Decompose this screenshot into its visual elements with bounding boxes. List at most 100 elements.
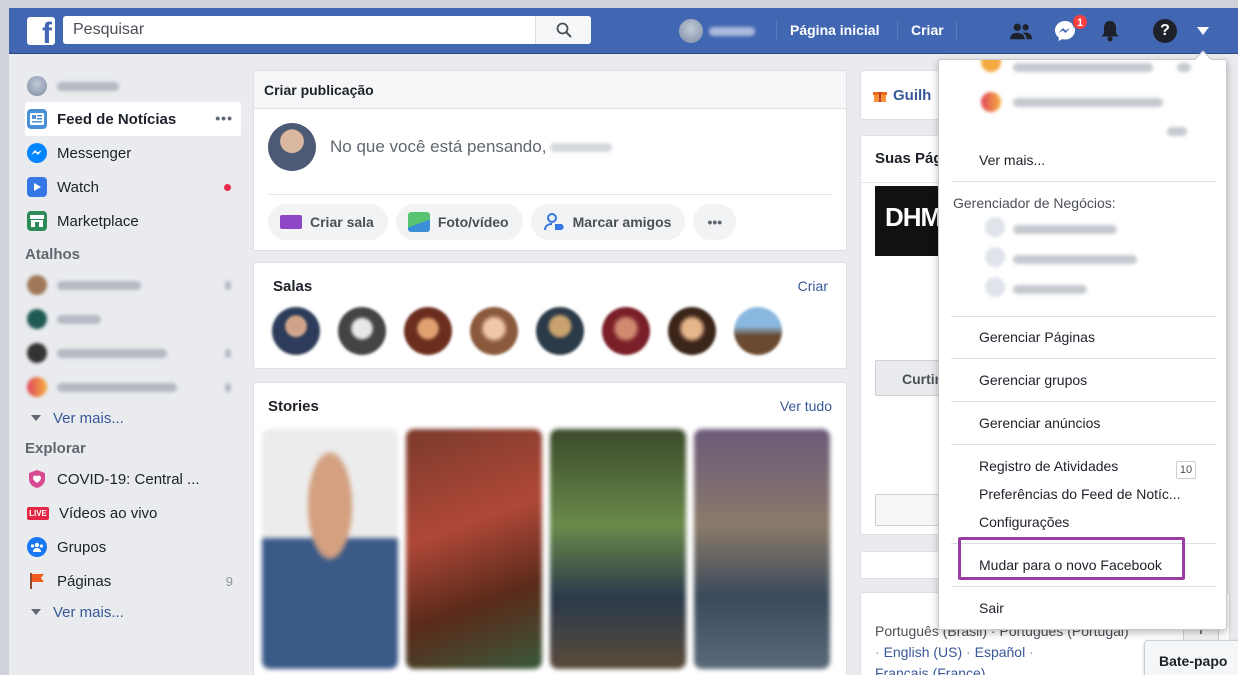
sidebar-item-news-feed[interactable]: Feed de Notícias ••• <box>25 102 241 136</box>
room-avatar[interactable] <box>602 307 650 355</box>
room-avatar[interactable] <box>668 307 716 355</box>
business-avatar-icon <box>985 247 1005 267</box>
facebook-logo-icon[interactable]: f <box>27 17 55 45</box>
explore-see-more-link[interactable]: Ver mais... <box>25 598 241 626</box>
composer-input-row[interactable]: No que você está pensando, <box>268 123 613 171</box>
shortcut-item[interactable] <box>25 302 241 336</box>
blurred-count <box>1177 63 1191 72</box>
sidebar-item-label: Grupos <box>57 538 107 556</box>
shortcut-count-blurred <box>225 382 231 392</box>
news-feed-preferences-item[interactable]: Preferências do Feed de Notíc... <box>979 486 1181 502</box>
profile-name-blurred <box>57 81 119 91</box>
blurred-count <box>1167 127 1187 136</box>
divider <box>951 316 1216 317</box>
shortcut-avatar-icon <box>27 275 47 295</box>
rooms-avatars <box>272 307 782 355</box>
gift-card[interactable]: Guilh <box>860 70 950 120</box>
sidebar-profile[interactable] <box>25 70 241 102</box>
account-menu-caret-icon[interactable] <box>1197 27 1209 35</box>
room-avatar[interactable] <box>470 307 518 355</box>
chat-tab[interactable]: Bate-papo <box>1144 640 1238 675</box>
sidebar-item-live-videos[interactable]: LIVE Vídeos ao vivo <box>25 496 241 530</box>
stories-row <box>262 429 830 669</box>
sidebar-item-watch[interactable]: Watch <box>25 170 241 204</box>
sidebar-item-marketplace[interactable]: Marketplace <box>25 204 241 238</box>
profile-link[interactable] <box>679 19 755 43</box>
story-thumbnail[interactable] <box>694 429 830 669</box>
tag-friends-button[interactable]: Marcar amigos <box>530 204 686 240</box>
divider <box>268 194 832 195</box>
explore-heading: Explorar <box>25 440 86 457</box>
see-all-stories-link[interactable]: Ver tudo <box>780 398 832 414</box>
see-more-label: Ver mais... <box>53 603 124 621</box>
shortcut-label-blurred <box>57 314 101 324</box>
avatar <box>679 19 703 43</box>
sidebar-item-groups[interactable]: Grupos <box>25 530 241 564</box>
manage-pages-item[interactable]: Gerenciar Páginas <box>979 329 1095 345</box>
switch-to-new-facebook-item[interactable]: Mudar para o novo Facebook <box>979 557 1162 573</box>
marketplace-store-icon <box>27 211 47 231</box>
separator-dot: · <box>875 644 884 660</box>
messages-count-badge: 1 <box>1072 14 1089 30</box>
language-spanish-link[interactable]: Español <box>975 644 1026 660</box>
top-navigation-bar: f Página inicial Criar 1 <box>9 8 1238 54</box>
profile-name-blurred <box>709 26 755 36</box>
story-thumbnail[interactable] <box>262 429 398 669</box>
story-thumbnail[interactable] <box>406 429 542 669</box>
button-label: Foto/vídeo <box>437 214 509 230</box>
sidebar-item-covid[interactable]: COVID-19: Central ... <box>25 462 241 496</box>
search-input[interactable] <box>63 16 533 44</box>
see-more-label: Ver mais... <box>53 409 124 427</box>
more-options-button[interactable]: ••• <box>693 204 737 240</box>
room-avatar[interactable] <box>404 307 452 355</box>
room-avatar[interactable] <box>734 307 782 355</box>
create-link[interactable]: Criar <box>911 22 944 38</box>
search-button[interactable] <box>535 16 591 44</box>
room-avatar[interactable] <box>338 307 386 355</box>
divider <box>951 358 1216 359</box>
divider <box>951 181 1216 182</box>
sidebar-item-pages[interactable]: Páginas 9 <box>25 564 241 598</box>
rooms-card: Salas Criar <box>253 262 847 369</box>
language-english-link[interactable]: English (US) <box>884 644 963 660</box>
blurred-business[interactable] <box>1013 225 1117 234</box>
more-options-icon[interactable]: ••• <box>215 110 233 126</box>
room-avatar[interactable] <box>272 307 320 355</box>
business-avatar-icon <box>985 217 1005 237</box>
shortcut-avatar-icon <box>27 309 47 329</box>
shortcuts-heading: Atalhos <box>25 246 81 263</box>
shortcut-count-blurred <box>225 348 231 358</box>
friend-requests-icon[interactable] <box>1009 19 1033 43</box>
sidebar-card <box>860 551 950 579</box>
notifications-bell-icon[interactable] <box>1098 19 1122 43</box>
shortcut-label-blurred <box>57 280 141 290</box>
rooms-title: Salas <box>273 278 313 295</box>
room-avatar[interactable] <box>536 307 584 355</box>
shortcut-avatar-icon <box>27 377 47 397</box>
story-thumbnail[interactable] <box>550 429 686 669</box>
shortcut-item[interactable] <box>25 370 241 404</box>
manage-ads-item[interactable]: Gerenciar anúncios <box>979 415 1100 431</box>
home-link[interactable]: Página inicial <box>790 22 879 38</box>
activity-log-item[interactable]: Registro de Atividades <box>979 458 1118 474</box>
watch-tv-icon <box>27 177 47 197</box>
language-french-link[interactable]: Français (France) <box>875 665 985 675</box>
nav-divider <box>897 21 898 41</box>
shortcut-item[interactable] <box>25 268 241 302</box>
create-room-button[interactable]: Criar sala <box>268 204 388 240</box>
shortcuts-see-more-link[interactable]: Ver mais... <box>25 404 241 432</box>
blurred-item[interactable] <box>1013 98 1163 107</box>
logout-item[interactable]: Sair <box>979 600 1004 616</box>
blurred-business[interactable] <box>1013 255 1137 264</box>
composer-input[interactable]: No que você está pensando, <box>330 137 613 157</box>
sidebar-item-messenger[interactable]: Messenger <box>25 136 241 170</box>
messenger-icon <box>27 143 47 163</box>
manage-groups-item[interactable]: Gerenciar grupos <box>979 372 1087 388</box>
settings-item[interactable]: Configurações <box>979 514 1069 530</box>
blurred-business[interactable] <box>1013 285 1087 294</box>
photo-video-button[interactable]: Foto/vídeo <box>395 204 523 240</box>
shortcut-item[interactable] <box>25 336 241 370</box>
create-room-link[interactable]: Criar <box>798 278 828 294</box>
help-icon[interactable]: ? <box>1153 19 1177 43</box>
see-more-item[interactable]: Ver mais... <box>979 152 1045 168</box>
